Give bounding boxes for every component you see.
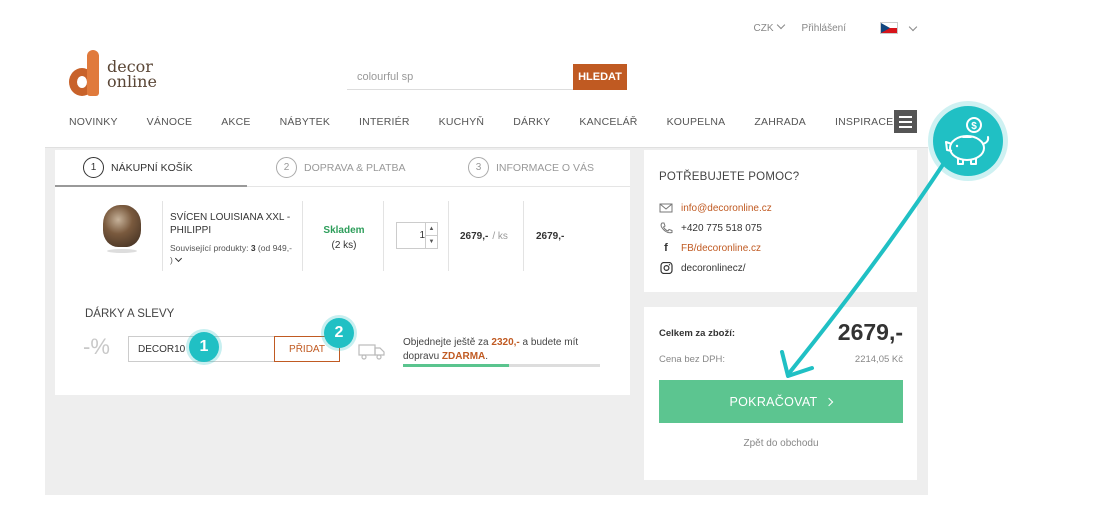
logo[interactable]: decor online	[69, 50, 157, 98]
phone-icon	[660, 222, 673, 234]
related-products[interactable]: Související produkty: 3 (od 949,- )	[170, 242, 300, 266]
step-badge-1: 1	[189, 332, 219, 362]
percent-icon: -%	[83, 334, 110, 359]
nav-item-koupelna[interactable]: KOUPELNA	[667, 116, 726, 128]
nav-item-kuchyn[interactable]: KUCHYŇ	[439, 116, 485, 128]
svg-text:$: $	[971, 121, 977, 132]
back-to-shop-link[interactable]: Zpět do obchodu	[659, 438, 903, 449]
help-instagram[interactable]: decoronlinecz/	[659, 262, 745, 274]
chevron-down-icon	[776, 20, 785, 30]
nav-item-nabytek[interactable]: NÁBYTEK	[280, 116, 330, 128]
step-cart[interactable]: 1 NÁKUPNÍ KOŠÍK	[83, 157, 193, 178]
help-email[interactable]: info@decoronline.cz	[659, 202, 772, 214]
login-link[interactable]: Přihlášení	[802, 23, 846, 34]
order-summary: Celkem za zboží: 2679,- Cena bez DPH: 22…	[644, 307, 917, 480]
checkout-steps: 1 NÁKUPNÍ KOŠÍK 2 DOPRAVA & PLATBA 3 INFORM…	[55, 150, 630, 187]
menu-icon[interactable]	[894, 110, 917, 133]
product-image[interactable]	[103, 205, 141, 253]
help-phone[interactable]: +420 775 518 075	[659, 222, 762, 234]
free-shipping-message: Objednejte ještě za 2320,- a budete mít …	[403, 337, 579, 362]
search-bar: HLEDAT	[347, 64, 627, 90]
logo-text: decor online	[107, 57, 157, 91]
help-title: POTŘEBUJETE POMOC?	[659, 171, 800, 183]
unit-price: 2679,- / ks	[460, 231, 508, 242]
net-price-value: 2214,05 Kč	[854, 354, 903, 365]
nav-item-inspirace[interactable]: INSPIRACE	[835, 116, 893, 128]
cart-item-row: SVÍCEN LOUISIANA XXL - PHILIPPI Souvisej…	[55, 195, 630, 275]
nav-item-kancelar[interactable]: KANCELÁŘ	[579, 116, 637, 128]
search-input[interactable]	[347, 64, 573, 90]
item-total: 2679,-	[536, 231, 565, 242]
main-nav: NOVINKY VÁNOCE AKCE NÁBYTEK INTERIÉR KUC…	[69, 116, 922, 128]
stock-status: Skladem (2 ks)	[323, 225, 365, 251]
product-name[interactable]: SVÍCEN LOUISIANA XXL - PHILIPPI	[170, 211, 295, 237]
chevron-right-icon	[825, 397, 834, 406]
facebook-icon: f	[664, 242, 668, 254]
nav-item-interier[interactable]: INTERIÉR	[359, 116, 410, 128]
site-header: CZK Přihlášení decor online HLEDAT NOVIN…	[45, 14, 928, 148]
checkout-page: CZK Přihlášení decor online HLEDAT NOVIN…	[0, 0, 1100, 514]
nav-item-zahrada[interactable]: ZAHRADA	[754, 116, 806, 128]
total-value: 2679,-	[837, 319, 903, 345]
free-shipping-progress	[403, 364, 600, 367]
total-label: Celkem za zboží:	[659, 328, 736, 339]
help-panel: POTŘEBUJETE POMOC? info@decoronline.cz +…	[644, 150, 917, 292]
truck-icon	[358, 344, 385, 360]
quantity-stepper[interactable]: 1 ▲ ▼	[396, 222, 438, 249]
free-shipping-progress-fill	[403, 364, 510, 367]
chevron-down-icon	[174, 254, 182, 263]
cart-panel: 1 NÁKUPNÍ KOŠÍK 2 DOPRAVA & PLATBA 3 INFORM…	[55, 150, 630, 395]
topbar: CZK Přihlášení	[754, 20, 918, 34]
net-price-label: Cena bez DPH:	[659, 354, 726, 365]
step-shipping[interactable]: 2 DOPRAVA & PLATBA	[276, 157, 406, 178]
nav-item-vanoce[interactable]: VÁNOCE	[147, 116, 193, 128]
help-facebook[interactable]: f FB/decoronline.cz	[659, 242, 761, 254]
nav-item-darky[interactable]: DÁRKY	[513, 116, 550, 128]
quantity-increase-button[interactable]: ▲	[426, 223, 437, 236]
quantity-decrease-button[interactable]: ▼	[426, 236, 437, 249]
continue-button[interactable]: POKRAČOVAT	[659, 380, 903, 423]
step-badge-2: 2	[324, 318, 354, 348]
nav-item-novinky[interactable]: NOVINKY	[69, 116, 118, 128]
instagram-icon	[660, 262, 673, 274]
piggy-bank-icon: $	[933, 106, 1003, 176]
step-info[interactable]: 3 INFORMACE O VÁS	[468, 157, 594, 178]
czech-flag-icon[interactable]	[880, 22, 898, 34]
nav-item-akce[interactable]: AKCE	[221, 116, 250, 128]
quantity-value[interactable]: 1	[397, 223, 425, 248]
logo-mark	[69, 50, 103, 98]
mail-icon	[659, 203, 673, 213]
search-button[interactable]: HLEDAT	[573, 64, 627, 90]
active-step-underline	[55, 185, 247, 187]
currency-selector[interactable]: CZK	[754, 20, 794, 34]
gifts-title: DÁRKY A SLEVY	[85, 308, 175, 320]
language-chevron-icon[interactable]	[908, 22, 918, 31]
